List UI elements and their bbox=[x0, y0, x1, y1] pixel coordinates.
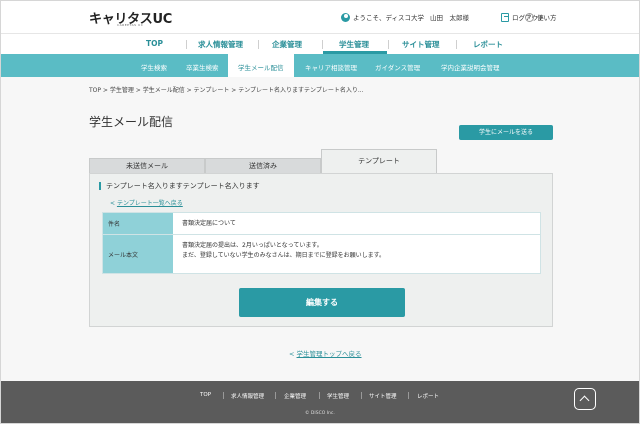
template-table: 件名 書類決定届について メール本文 書類決定届の提出は、2月いっぱいとなってい… bbox=[102, 212, 541, 274]
user-icon bbox=[341, 12, 350, 22]
student-top-link[interactable]: < 学生管理トップへ戻る bbox=[289, 348, 362, 358]
footer-separator bbox=[408, 392, 409, 399]
subnav-item-career[interactable]: キャリア相談管理 bbox=[305, 62, 357, 72]
subnav-item-mail[interactable]: 学生メール配信 bbox=[238, 62, 284, 72]
help-link[interactable]: ? 使い方 bbox=[525, 12, 557, 22]
footer-separator bbox=[275, 392, 276, 399]
mainnav-item-student[interactable]: 学生管理 bbox=[339, 39, 369, 50]
edit-button[interactable]: 編集する bbox=[239, 288, 405, 317]
footer-item-company[interactable]: 企業管理 bbox=[284, 392, 306, 400]
mainnav-item-report[interactable]: レポート bbox=[473, 39, 503, 50]
footer: TOP 求人情報管理 企業管理 学生管理 サイト管理 レポート © DISCO … bbox=[1, 381, 639, 423]
table-row: メール本文 書類決定届の提出は、2月いっぱいとなっています。 まだ、登録していな… bbox=[103, 235, 540, 273]
tab-template[interactable]: テンプレート bbox=[321, 149, 437, 174]
subject-label: 件名 bbox=[103, 213, 173, 234]
logo-subtitle: CAREETAS UC bbox=[117, 23, 144, 27]
page-top-button[interactable] bbox=[574, 388, 596, 410]
footer-separator bbox=[319, 392, 320, 399]
tab-unsent[interactable]: 未送信メール bbox=[89, 158, 205, 174]
mainnav-item-job[interactable]: 求人情報管理 bbox=[198, 39, 243, 50]
student-top-label: 学生管理トップへ戻る bbox=[296, 350, 362, 358]
subnav-item-guidance[interactable]: ガイダンス管理 bbox=[375, 62, 420, 72]
subnav-item-briefing[interactable]: 学内企業説明会管理 bbox=[441, 62, 500, 72]
greeting-text: ようこそ、ディスコ大学 bbox=[353, 14, 425, 22]
footer-item-site[interactable]: サイト管理 bbox=[369, 392, 397, 400]
main-nav: TOP 求人情報管理 企業管理 学生管理 サイト管理 レポート bbox=[1, 33, 639, 55]
footer-item-report[interactable]: レポート bbox=[417, 392, 439, 400]
mainnav-item-company[interactable]: 企業管理 bbox=[272, 39, 302, 50]
mainnav-separator bbox=[322, 40, 323, 49]
header: キャリタスUC CAREETAS UC ようこそ、ディスコ大学 山田 太郎様 ロ… bbox=[1, 1, 639, 33]
tab-sent[interactable]: 送信済み bbox=[205, 158, 321, 174]
breadcrumb[interactable]: TOP > 学生管理 > 学生メール配信 > テンプレート > テンプレート名入… bbox=[89, 85, 364, 94]
footer-item-student[interactable]: 学生管理 bbox=[327, 392, 349, 400]
page-frame: キャリタスUC CAREETAS UC ようこそ、ディスコ大学 山田 太郎様 ロ… bbox=[0, 0, 640, 424]
body-line: 書類決定届の提出は、2月いっぱいとなっています。 bbox=[182, 242, 323, 249]
template-panel: テンプレート名入りますテンプレート名入ります < テンプレート一覧へ戻る 件名 … bbox=[89, 173, 553, 327]
send-mail-button[interactable]: 学生にメールを送る bbox=[459, 125, 553, 140]
mainnav-item-site[interactable]: サイト管理 bbox=[402, 39, 440, 50]
help-icon: ? bbox=[525, 12, 534, 22]
body-value: 書類決定届の提出は、2月いっぱいとなっています。 まだ、登録していない学生のみな… bbox=[173, 235, 540, 273]
mainnav-separator bbox=[388, 40, 389, 49]
mainnav-separator bbox=[456, 40, 457, 49]
page-title: 学生メール配信 bbox=[89, 115, 174, 129]
copyright: © DISCO Inc. bbox=[305, 411, 335, 416]
mainnav-item-top[interactable]: TOP bbox=[146, 39, 163, 48]
user-name: 山田 太郎様 bbox=[430, 14, 470, 22]
footer-separator bbox=[361, 392, 362, 399]
table-row: 件名 書類決定届について bbox=[103, 213, 540, 235]
body-label: メール本文 bbox=[103, 235, 173, 273]
template-heading: テンプレート名入りますテンプレート名入ります bbox=[99, 182, 260, 190]
footer-item-job[interactable]: 求人情報管理 bbox=[231, 392, 264, 400]
sub-nav: 学生検索 卒業生検索 学生メール配信 キャリア相談管理 ガイダンス管理 学内企業… bbox=[1, 54, 639, 77]
back-to-list-label: テンプレート一覧へ戻る bbox=[116, 200, 183, 207]
mainnav-separator bbox=[186, 40, 187, 49]
mainnav-separator bbox=[258, 40, 259, 49]
footer-item-top[interactable]: TOP bbox=[200, 392, 211, 398]
logout-icon bbox=[501, 12, 509, 22]
footer-separator bbox=[223, 392, 224, 399]
subnav-item-graduate-search[interactable]: 卒業生検索 bbox=[186, 62, 219, 72]
user-greeting: ようこそ、ディスコ大学 山田 太郎様 bbox=[341, 12, 469, 22]
help-label: 使い方 bbox=[537, 14, 557, 22]
subnav-item-student-search[interactable]: 学生検索 bbox=[141, 62, 167, 72]
body-line: まだ、登録していない学生のみなさんは、期日までに登録をお願いします。 bbox=[182, 252, 386, 259]
subject-value: 書類決定届について bbox=[182, 220, 236, 227]
back-to-list-link[interactable]: < テンプレート一覧へ戻る bbox=[110, 198, 183, 207]
